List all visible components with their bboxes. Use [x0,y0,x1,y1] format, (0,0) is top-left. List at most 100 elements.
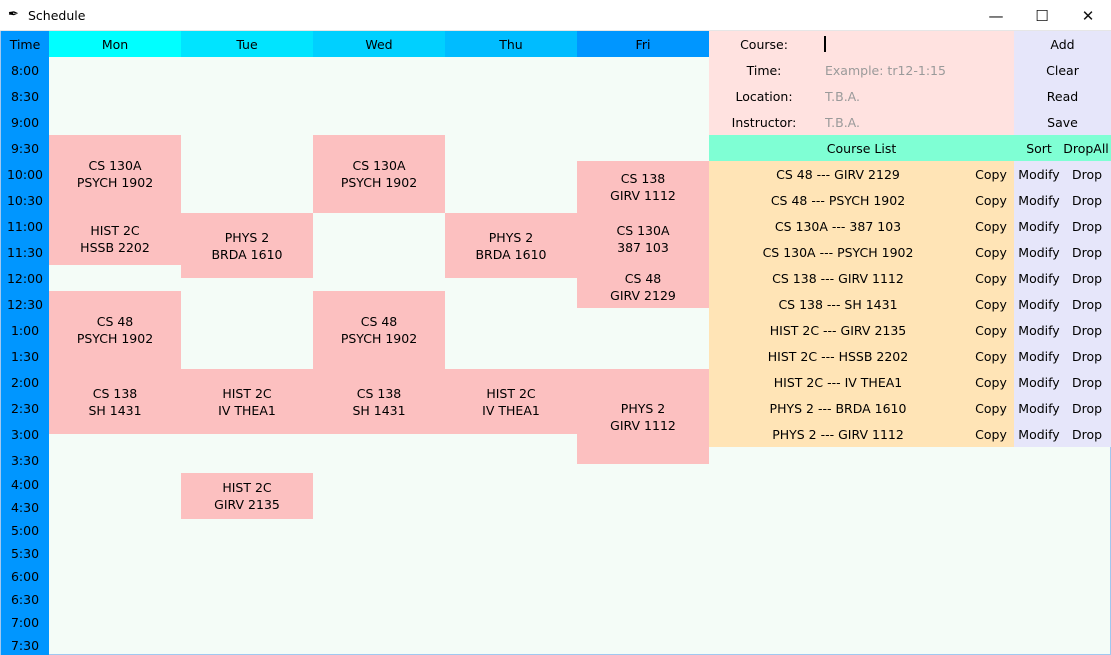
time-label: 12:30 [6,296,44,312]
drop-button[interactable]: Drop [1064,213,1110,239]
read-button[interactable]: Read [1014,83,1111,109]
copy-button[interactable]: Copy [969,239,1013,265]
course-block[interactable]: CS 138 SH 1431 [313,369,445,434]
clear-button[interactable]: Clear [1014,57,1111,83]
drop-button[interactable]: Drop [1064,291,1110,317]
day-header-tue: Tue [181,31,313,57]
time-label: 5:30 [10,546,40,561]
course-block[interactable]: HIST 2C IV THEA1 [445,369,577,434]
course-block[interactable]: CS 130A 387 103 [577,213,709,265]
modify-button[interactable]: Modify [1014,369,1064,395]
day-header-wed: Wed [313,31,445,57]
drop-button[interactable]: Drop [1064,343,1110,369]
modify-button[interactable]: Modify [1014,395,1064,421]
course-block[interactable]: CS 48 PSYCH 1902 [313,291,445,369]
time-label: 3:30 [10,452,40,468]
course-label: Course: [740,36,788,52]
course-list-item: PHYS 2 --- GIRV 1112 [772,426,904,442]
location-input[interactable] [821,84,1011,108]
close-button[interactable]: ✕ [1065,0,1111,31]
maximize-button[interactable]: ☐ [1019,0,1065,31]
drop-button[interactable]: Drop [1064,317,1110,343]
course-list-item: CS 48 --- PSYCH 1902 [770,192,906,208]
day-header-thu: Thu [445,31,577,57]
time-label: 12:00 [6,270,44,286]
drop-button[interactable]: Drop [1064,239,1110,265]
course-form: Course: Time: Location: Instructor: [709,31,1014,135]
time-label: 5:00 [10,523,40,538]
copy-button[interactable]: Copy [969,343,1013,369]
time-label: 1:30 [10,348,40,364]
course-block[interactable]: CS 138 SH 1431 [49,369,181,434]
course-block[interactable]: CS 138 GIRV 1112 [577,161,709,213]
time-input[interactable] [821,58,1011,82]
copy-button[interactable]: Copy [969,291,1013,317]
form-buttons: Add Clear Read Save [1014,31,1111,135]
modify-button[interactable]: Modify [1014,343,1064,369]
day-header-fri: Fri [577,31,709,57]
copy-button[interactable]: Copy [969,421,1013,447]
drop-all-button[interactable]: DropAll [1061,135,1111,161]
modify-button[interactable]: Modify [1014,161,1064,187]
modify-button[interactable]: Modify [1014,239,1064,265]
time-label: 3:00 [10,426,40,442]
copy-button[interactable]: Copy [969,213,1013,239]
copy-button[interactable]: Copy [969,187,1013,213]
course-list-item: CS 138 --- SH 1431 [778,296,898,312]
course-block[interactable]: HIST 2C IV THEA1 [181,369,313,434]
course-block[interactable]: HIST 2C HSSB 2202 [49,213,181,265]
course-list-item: PHYS 2 --- BRDA 1610 [769,400,907,416]
time-label: 1:00 [10,322,40,338]
sort-button[interactable]: Sort [1017,135,1061,161]
drop-button[interactable]: Drop [1064,421,1110,447]
time-label: 4:00 [10,477,40,492]
text-cursor [824,36,826,52]
window-title: Schedule [28,8,86,23]
course-list: CS 48 --- GIRV 2129 Copy CS 48 --- PSYCH 1… [709,161,1014,447]
course-block[interactable]: PHYS 2 BRDA 1610 [445,213,577,278]
course-block[interactable]: CS 48 GIRV 2129 [577,265,709,309]
copy-button[interactable]: Copy [969,265,1013,291]
modify-button[interactable]: Modify [1014,213,1064,239]
time-label: 11:30 [6,244,44,260]
course-block[interactable]: PHYS 2 BRDA 1610 [181,213,313,278]
save-button[interactable]: Save [1014,109,1111,135]
drop-button[interactable]: Drop [1064,369,1110,395]
drop-button[interactable]: Drop [1064,187,1110,213]
feather-icon: ✒ [8,7,19,22]
copy-button[interactable]: Copy [969,317,1013,343]
copy-button[interactable]: Copy [969,161,1013,187]
time-label: Time: [746,62,782,78]
modify-button[interactable]: Modify [1014,291,1064,317]
modify-button[interactable]: Modify [1014,265,1064,291]
time-label: 8:30 [10,88,40,104]
time-label: 9:00 [10,114,40,130]
add-button[interactable]: Add [1014,31,1111,57]
modify-button[interactable]: Modify [1014,421,1064,447]
course-list-title: Course List [826,140,897,156]
course-block[interactable]: CS 130A PSYCH 1902 [49,135,181,213]
drop-button[interactable]: Drop [1064,161,1110,187]
copy-button[interactable]: Copy [969,369,1013,395]
time-label: 10:00 [6,166,44,182]
course-list-actions: Modify Drop Modify Drop Modify Drop Modify Drop… [1014,161,1111,447]
instructor-input[interactable] [821,110,1011,134]
drop-button[interactable]: Drop [1064,395,1110,421]
course-block[interactable]: PHYS 2 GIRV 1112 [577,369,709,465]
instructor-label: Instructor: [731,114,797,130]
course-block[interactable]: HIST 2C GIRV 2135 [181,473,313,519]
course-list-item: CS 130A --- 387 103 [774,218,902,234]
minimize-button[interactable]: — [973,0,1019,31]
time-header: Time [9,36,41,52]
copy-button[interactable]: Copy [969,395,1013,421]
modify-button[interactable]: Modify [1014,317,1064,343]
course-list-header: Course List Sort DropAll [709,135,1111,161]
course-block[interactable]: CS 130A PSYCH 1902 [313,135,445,213]
drop-button[interactable]: Drop [1064,265,1110,291]
time-label: 6:00 [10,569,40,584]
day-header-mon: Mon [49,31,181,57]
course-block[interactable]: CS 48 PSYCH 1902 [49,291,181,369]
modify-button[interactable]: Modify [1014,187,1064,213]
time-label: 8:00 [10,62,40,78]
course-input[interactable] [821,32,1011,56]
